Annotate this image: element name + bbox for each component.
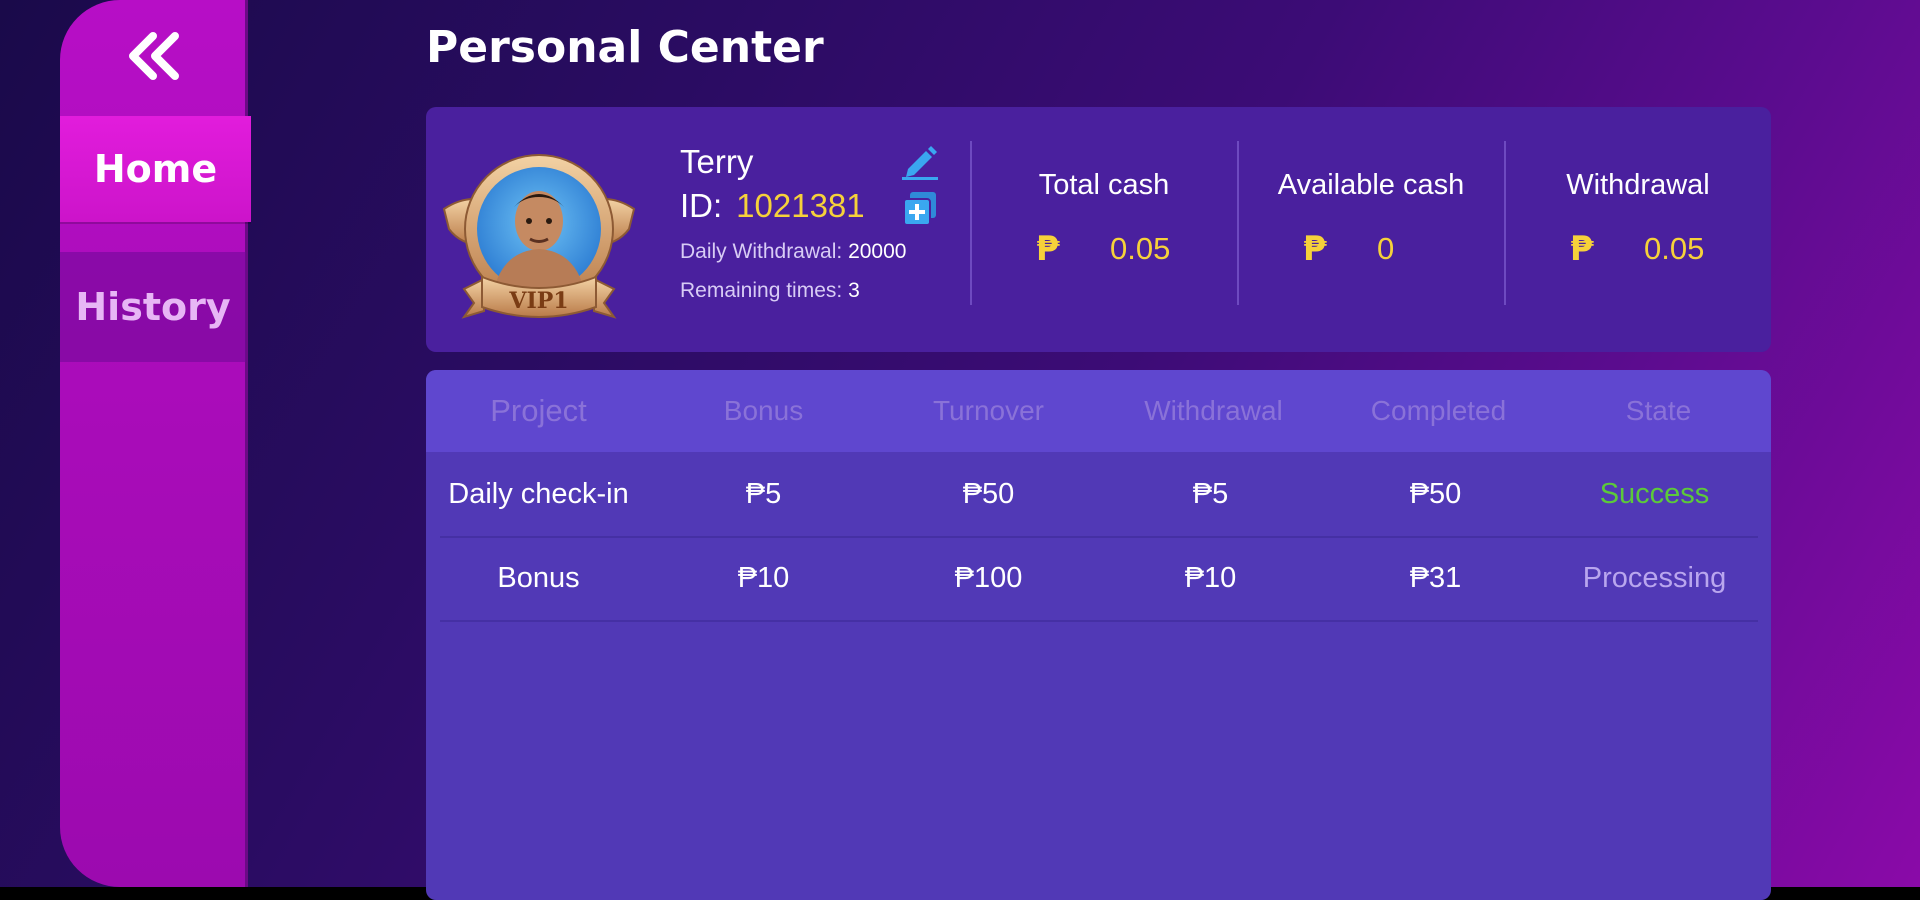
daily-withdrawal-value: 20000: [848, 240, 907, 263]
column-header-withdrawal: Withdrawal: [1144, 395, 1283, 426]
user-id-label: ID:: [680, 187, 723, 224]
vip-avatar-badge[interactable]: VIP1: [434, 149, 644, 329]
cell-withdrawal: ₱5: [1192, 478, 1229, 510]
remaining-times-label: Remaining times:: [680, 279, 843, 302]
daily-withdrawal-label: Daily Withdrawal:: [680, 240, 843, 263]
peso-icon: ₱: [1570, 229, 1594, 269]
available-cash-value: 0: [1377, 231, 1395, 266]
available-cash-title: Available cash: [1277, 169, 1465, 201]
cell-completed: ₱31: [1409, 562, 1462, 594]
cell-project: Daily check-in: [448, 478, 629, 510]
cell-bonus: ₱5: [745, 478, 782, 510]
back-button[interactable]: [60, 0, 246, 112]
user-id-value: 1021381: [736, 187, 865, 224]
app-screen: Home History Personal Center VIP1 Terry …: [0, 0, 1920, 900]
column-header-turnover: Turnover: [932, 395, 1044, 426]
sidebar-item-history[interactable]: History: [60, 252, 246, 362]
total-cash-block: Total cash ₱ 0.05: [971, 107, 1237, 352]
cell-withdrawal: ₱10: [1184, 562, 1237, 594]
column-header-state: State: [1625, 395, 1692, 426]
table-header: Project Bonus Turnover Withdrawal Comple…: [426, 370, 1771, 452]
column-header-bonus: Bonus: [723, 395, 804, 426]
peso-icon: ₱: [1036, 229, 1060, 269]
available-cash-block: Available cash ₱ 0: [1238, 107, 1504, 352]
column-header-project: Project: [490, 393, 587, 428]
cell-turnover: ₱100: [954, 562, 1023, 594]
available-cash-row: ₱ 0: [1238, 229, 1504, 269]
withdrawal-row: ₱ 0.05: [1505, 229, 1771, 269]
double-chevron-left-icon: [129, 32, 179, 80]
status-badge: Success: [1599, 478, 1710, 510]
sidebar-item-label: History: [75, 285, 231, 329]
vip-level-label: VIP1: [509, 288, 569, 314]
withdrawal-title: Withdrawal: [1566, 169, 1710, 201]
cell-completed: ₱50: [1409, 478, 1462, 510]
withdrawal-value: 0.05: [1644, 231, 1705, 266]
status-badge: Processing: [1582, 562, 1727, 594]
user-id-row: ID: 1021381: [680, 187, 865, 225]
pencil-icon[interactable]: [900, 141, 940, 181]
copy-icon[interactable]: [900, 189, 940, 229]
withdrawal-block: Withdrawal ₱ 0.05: [1505, 107, 1771, 352]
cell-bonus: ₱10: [737, 562, 790, 594]
daily-withdrawal-info: Daily Withdrawal: 20000: [680, 240, 906, 264]
sidebar-item-home[interactable]: Home: [60, 116, 251, 222]
total-cash-value: 0.05: [1110, 231, 1171, 266]
profile-card: VIP1 Terry ID: 1021381 Daily Withdrawal: …: [426, 107, 1771, 352]
table-row[interactable]: Daily check-in ₱5 ₱50 ₱5 ₱50 Success: [440, 452, 1758, 538]
user-name: Terry: [680, 143, 754, 180]
total-cash-row: ₱ 0.05: [971, 229, 1237, 269]
tasks-table: Project Bonus Turnover Withdrawal Comple…: [426, 370, 1771, 900]
cell-project: Bonus: [497, 562, 580, 594]
total-cash-title: Total cash: [1038, 169, 1170, 201]
peso-icon: ₱: [1303, 229, 1327, 269]
sidebar: Home History: [60, 0, 251, 887]
sidebar-item-label: Home: [93, 147, 218, 191]
cell-turnover: ₱50: [962, 478, 1015, 510]
page-title: Personal Center: [426, 22, 824, 73]
remaining-times-value: 3: [848, 279, 860, 302]
table-row[interactable]: Bonus ₱10 ₱100 ₱10 ₱31 Processing: [440, 536, 1758, 622]
remaining-times-info: Remaining times: 3: [680, 279, 860, 303]
column-header-completed: Completed: [1370, 395, 1507, 426]
